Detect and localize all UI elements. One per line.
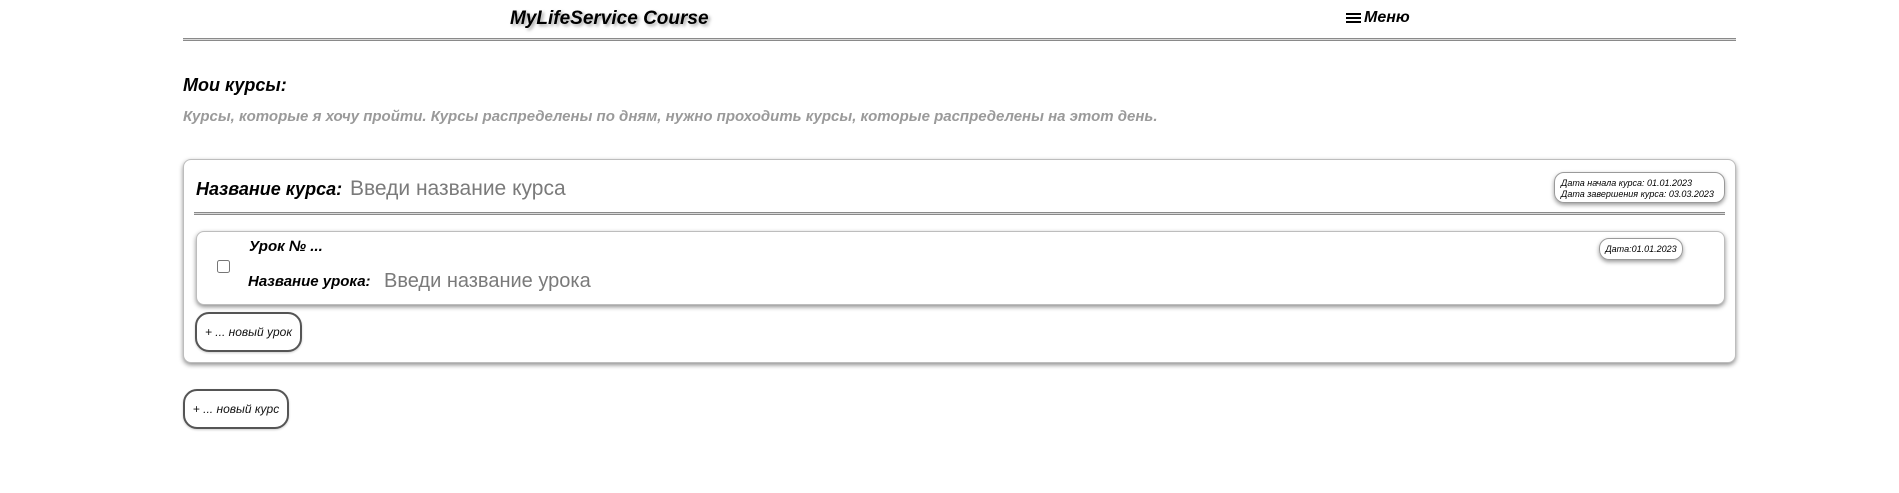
- header-divider: [183, 38, 1736, 41]
- lesson-date-badge: Дата:01.01.2023: [1599, 238, 1683, 260]
- header: MyLifeService Course Меню: [183, 0, 1736, 44]
- section-description: Курсы, которые я хочу пройти. Курсы расп…: [183, 108, 1158, 125]
- course-name-label: Название курса:: [196, 179, 343, 199]
- page: MyLifeService Course Меню Мои курсы: Кур…: [0, 0, 1899, 493]
- app-title: MyLifeService Course: [510, 8, 709, 29]
- course-end-date: Дата завершения курса: 03.03.2023: [1561, 189, 1714, 199]
- lesson-done-checkbox[interactable]: [217, 260, 230, 273]
- course-start-date: Дата начала курса: 01.01.2023: [1561, 178, 1693, 188]
- lesson-name-input[interactable]: [384, 267, 984, 295]
- course-dates-badge: Дата начала курса: 01.01.2023 Дата завер…: [1554, 172, 1725, 203]
- section-title: Мои курсы:: [183, 75, 287, 95]
- add-course-button[interactable]: + ... новый курс: [183, 389, 289, 429]
- menu-button[interactable]: Меню: [1346, 9, 1410, 27]
- lesson-number: Урок № ...: [249, 238, 323, 255]
- hamburger-menu-icon: [1346, 12, 1361, 24]
- course-name-input[interactable]: [350, 173, 950, 205]
- course-divider: [194, 212, 1725, 215]
- menu-label: Меню: [1364, 9, 1410, 26]
- course-card: Название курса: Дата начала курса: 01.01…: [183, 159, 1736, 363]
- lesson-name-label: Название урока:: [248, 273, 371, 290]
- lesson-card: Урок № ... Название урока: Дата:01.01.20…: [196, 231, 1725, 305]
- add-lesson-button[interactable]: + ... новый урок: [195, 312, 302, 352]
